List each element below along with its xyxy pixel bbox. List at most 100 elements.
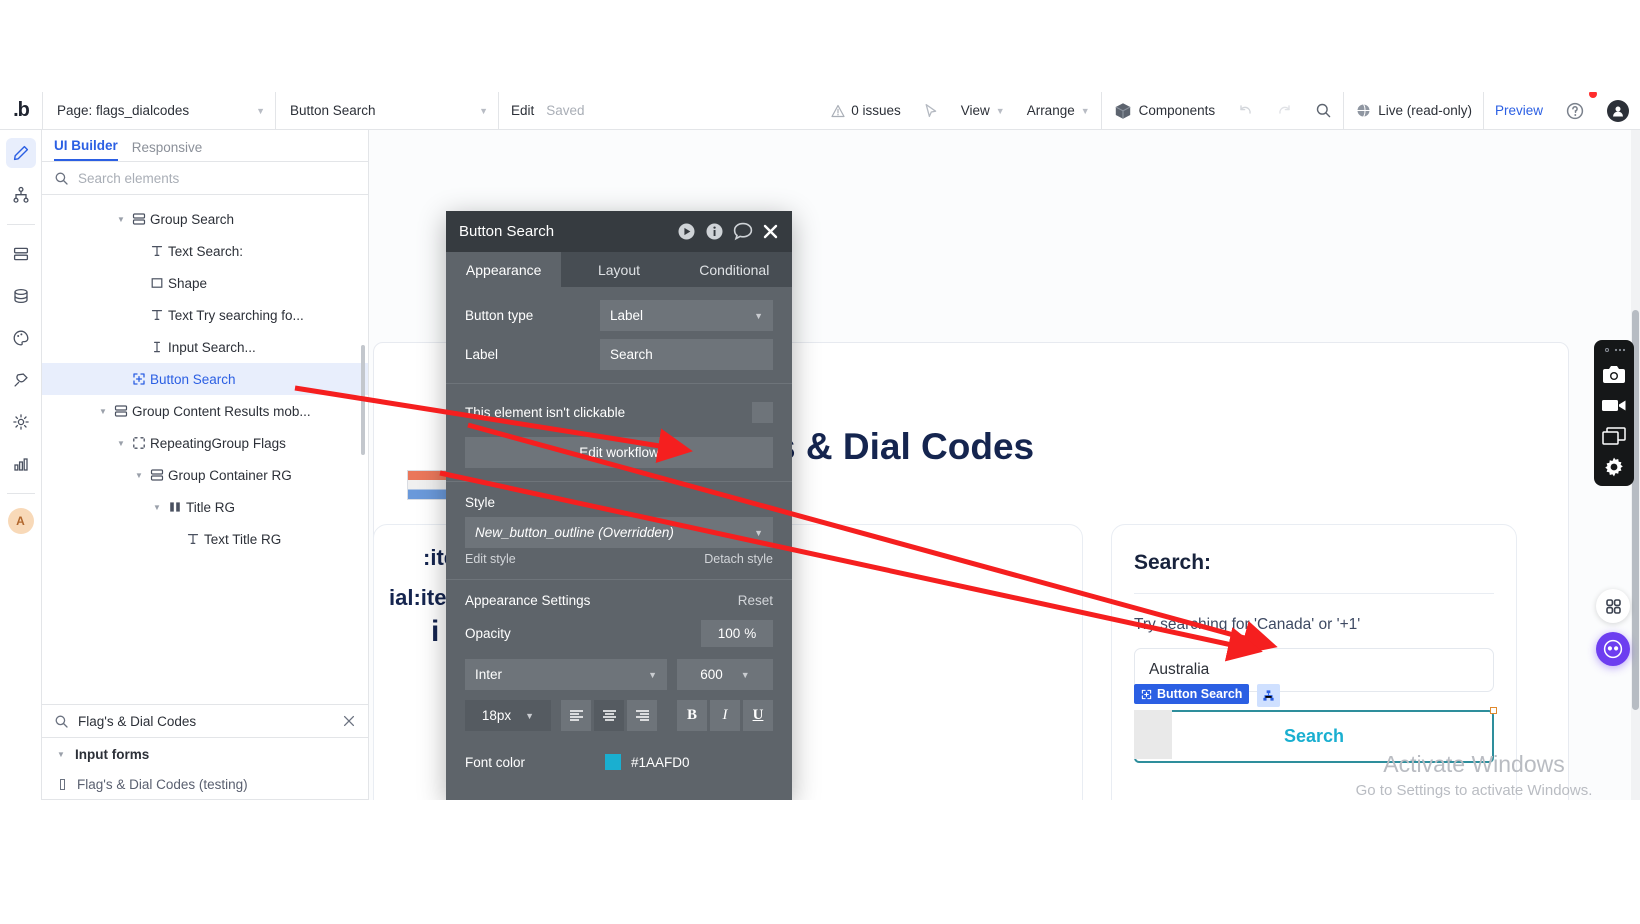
- issues-indicator[interactable]: 0 issues: [820, 92, 912, 130]
- rail-item-settings[interactable]: [6, 407, 36, 437]
- tree-scrollbar[interactable]: [361, 345, 365, 455]
- components-button[interactable]: Components: [1102, 92, 1227, 130]
- list-item[interactable]: Flag's & Dial Codes (testing): [42, 770, 368, 800]
- tab-conditional[interactable]: Conditional: [677, 252, 792, 287]
- label-field-label: Label: [465, 347, 499, 362]
- property-editor-header[interactable]: Button Search: [446, 211, 792, 252]
- rail-item-workflow[interactable]: [6, 180, 36, 210]
- tree-node[interactable]: ▼ RepeatingGroup Flags: [42, 427, 368, 459]
- align-right-button[interactable]: [627, 700, 657, 731]
- comment-icon[interactable]: [733, 222, 753, 241]
- rail-item-plugins[interactable]: [6, 365, 36, 395]
- search-button[interactable]: [1304, 92, 1343, 130]
- arrange-menu[interactable]: Arrange ▼: [1016, 92, 1101, 130]
- find-bar[interactable]: Flag's & Dial Codes: [42, 705, 368, 738]
- edit-style-link[interactable]: Edit style: [465, 552, 516, 566]
- search-card[interactable]: Search: Try searching for 'Canada' or '+…: [1111, 524, 1517, 800]
- gear-icon[interactable]: [1601, 456, 1627, 478]
- tab-layout[interactable]: Layout: [561, 252, 676, 287]
- font-size-select[interactable]: 18px ▼: [465, 700, 551, 731]
- opacity-input[interactable]: 100 %: [701, 620, 773, 647]
- align-left-button[interactable]: [561, 700, 591, 731]
- rail-item-logs[interactable]: [6, 449, 36, 479]
- rail-item-data-types[interactable]: [6, 239, 36, 269]
- rail-item-database[interactable]: [6, 281, 36, 311]
- redo-icon: [1276, 102, 1293, 119]
- chevron-down-icon[interactable]: ▼: [96, 407, 110, 416]
- tab-appearance[interactable]: Appearance: [446, 252, 562, 287]
- align-center-icon: [602, 710, 616, 721]
- tree-node[interactable]: Text Try searching fo...: [42, 299, 368, 331]
- edit-menu[interactable]: Edit: [499, 103, 546, 118]
- preview-button[interactable]: Preview: [1484, 92, 1554, 130]
- recorder-handle[interactable]: [1601, 346, 1627, 354]
- align-center-button[interactable]: [594, 700, 624, 731]
- not-clickable-checkbox[interactable]: [752, 402, 773, 423]
- tree-node[interactable]: ▼ Group Search: [42, 203, 368, 235]
- edit-workflow-button[interactable]: Edit workflow: [465, 437, 773, 468]
- underline-button[interactable]: U: [743, 700, 773, 731]
- bold-button[interactable]: B: [677, 700, 707, 731]
- screen-recorder-toolbar[interactable]: [1594, 340, 1634, 486]
- undo-button[interactable]: [1226, 92, 1265, 130]
- group-header-input-forms[interactable]: ▼ Input forms: [42, 738, 368, 770]
- label-input[interactable]: Search: [600, 339, 773, 370]
- button-type-row: Button type Label ▼: [465, 300, 773, 331]
- columns-icon: [164, 500, 186, 514]
- tree-node[interactable]: ▼ Title RG: [42, 491, 368, 523]
- apps-grid-button[interactable]: [1596, 589, 1630, 623]
- font-family-select[interactable]: Inter ▼: [465, 659, 667, 690]
- search-input[interactable]: [78, 170, 356, 186]
- rail-user-avatar[interactable]: A: [7, 508, 34, 534]
- tab-responsive[interactable]: Responsive: [132, 140, 203, 161]
- rail-item-design[interactable]: [5, 138, 36, 168]
- tree-node-label: Group Container RG: [168, 467, 292, 483]
- style-select[interactable]: New_button_outline (Overridden) ▼: [465, 517, 773, 548]
- tab-ui-builder[interactable]: UI Builder: [54, 138, 118, 161]
- view-menu[interactable]: View ▼: [950, 92, 1016, 130]
- tree-node-selected[interactable]: Button Search: [42, 363, 368, 395]
- camera-icon[interactable]: [1601, 363, 1627, 385]
- tree-node[interactable]: ▼ Group Content Results mob...: [42, 395, 368, 427]
- help-button[interactable]: [1554, 92, 1597, 130]
- selection-parent-button[interactable]: [1257, 684, 1280, 707]
- element-selector[interactable]: Button Search ▼: [276, 92, 498, 130]
- redo-button[interactable]: [1265, 92, 1304, 130]
- button-type-select[interactable]: Label ▼: [600, 300, 773, 331]
- ai-assistant-button[interactable]: [1596, 632, 1630, 666]
- element-tree[interactable]: ▼ Group Search Text Search: Shape Text Try s…: [42, 195, 368, 705]
- detach-style-link[interactable]: Detach style: [704, 552, 773, 566]
- element-search-bar[interactable]: [42, 162, 368, 195]
- resize-handle[interactable]: [1490, 707, 1497, 714]
- tree-node[interactable]: Input Search...: [42, 331, 368, 363]
- chevron-down-icon[interactable]: ▼: [114, 439, 128, 448]
- chevron-down-icon[interactable]: ▼: [150, 503, 164, 512]
- preview-play-icon[interactable]: [677, 222, 696, 241]
- info-icon[interactable]: [705, 222, 724, 241]
- italic-button[interactable]: I: [710, 700, 740, 731]
- rail-item-styles[interactable]: [6, 323, 36, 353]
- video-camera-icon[interactable]: [1601, 394, 1627, 416]
- tree-node[interactable]: Text Search:: [42, 235, 368, 267]
- user-account-button[interactable]: [1596, 92, 1640, 130]
- bubble-logo[interactable]: .b: [0, 92, 42, 130]
- live-version-selector[interactable]: Live (read-only): [1344, 92, 1483, 130]
- property-editor-dialog[interactable]: Button Search Appearance Layout Conditio…: [446, 211, 792, 800]
- chevron-down-icon[interactable]: ▼: [132, 471, 146, 480]
- chevron-down-icon[interactable]: ▼: [114, 215, 128, 224]
- page-selector[interactable]: Page: flags_dialcodes ▼: [43, 92, 275, 130]
- cursor-tool-button[interactable]: [912, 92, 950, 130]
- close-icon[interactable]: [762, 223, 779, 240]
- reset-link[interactable]: Reset: [738, 593, 773, 608]
- notification-dot: [1589, 92, 1597, 98]
- tree-node[interactable]: ▼ Group Container RG: [42, 459, 368, 491]
- tree-node[interactable]: Shape: [42, 267, 368, 299]
- left-panel: UI Builder Responsive ▼ Group Search Text …: [42, 130, 369, 800]
- window-capture-icon[interactable]: [1601, 425, 1627, 447]
- tree-node[interactable]: Text Title RG: [42, 523, 368, 555]
- button-icon: [128, 372, 150, 386]
- close-icon[interactable]: [342, 714, 356, 728]
- search-button-preview[interactable]: Search: [1134, 707, 1497, 763]
- font-weight-select[interactable]: 600 ▼: [677, 659, 773, 690]
- font-color-swatch[interactable]: [605, 754, 621, 770]
